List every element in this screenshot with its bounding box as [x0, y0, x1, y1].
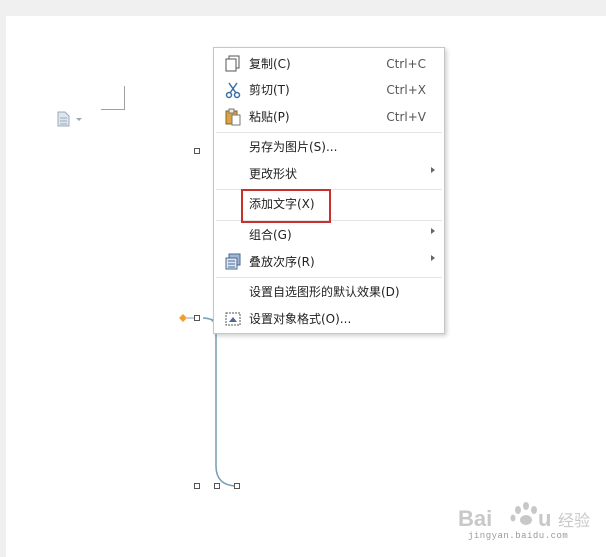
baidu-jingyan-logo: Bai u 经验 — [458, 502, 590, 531]
paste-icon — [224, 108, 242, 126]
submenu-arrow-icon — [431, 255, 435, 261]
scissors-icon — [224, 81, 242, 99]
menu-item-order[interactable]: 叠放次序(R) — [214, 249, 444, 275]
menu-item-label: 另存为图片(S)... — [249, 140, 338, 154]
selection-handle-bottom-left[interactable] — [194, 483, 200, 489]
menu-item-change-shape[interactable]: 更改形状 — [214, 161, 444, 187]
watermark-url: jingyan.baidu.com — [468, 531, 569, 541]
menu-item-format-object[interactable]: 设置对象格式(O)... — [214, 306, 444, 332]
svg-text:u: u — [538, 506, 551, 531]
menu-item-copy[interactable]: 复制(C) Ctrl+C — [214, 51, 444, 77]
menu-separator — [216, 277, 442, 278]
menu-item-cut[interactable]: 剪切(T) Ctrl+X — [214, 77, 444, 103]
menu-item-group[interactable]: 组合(G) — [214, 222, 444, 248]
menu-item-label: 设置对象格式(O)... — [249, 312, 352, 326]
menu-item-label: 粘贴(P) — [249, 110, 290, 124]
layer-order-icon — [224, 253, 242, 271]
menu-item-label: 复制(C) — [249, 57, 291, 71]
menu-item-label: 设置自选图形的默认效果(D) — [249, 285, 400, 299]
menu-item-paste[interactable]: 粘贴(P) Ctrl+V — [214, 104, 444, 130]
menu-item-shortcut: Ctrl+C — [386, 57, 426, 71]
menu-separator — [216, 132, 442, 133]
menu-item-shortcut: Ctrl+X — [386, 83, 426, 97]
menu-item-label: 组合(G) — [249, 228, 292, 242]
selection-handle-bottom-center[interactable] — [214, 483, 220, 489]
submenu-arrow-icon — [431, 167, 435, 173]
menu-item-save-as-picture[interactable]: 另存为图片(S)... — [214, 134, 444, 160]
svg-text:Bai: Bai — [458, 506, 492, 531]
menu-item-label: 叠放次序(R) — [249, 255, 315, 269]
menu-item-label: 更改形状 — [249, 167, 298, 181]
selection-handle-top-left[interactable] — [194, 148, 200, 154]
svg-text:经验: 经验 — [558, 511, 590, 530]
format-object-icon — [224, 310, 242, 328]
copy-icon — [224, 55, 242, 73]
menu-item-label: 剪切(T) — [249, 83, 290, 97]
selection-handle-middle-left[interactable] — [194, 315, 200, 321]
menu-item-set-default-effect[interactable]: 设置自选图形的默认效果(D) — [214, 279, 444, 305]
submenu-arrow-icon — [431, 228, 435, 234]
highlight-box — [241, 189, 331, 223]
menu-item-shortcut: Ctrl+V — [386, 110, 426, 124]
adjust-diamond-handle — [179, 314, 187, 322]
selection-handle-bottom-right[interactable] — [234, 483, 240, 489]
